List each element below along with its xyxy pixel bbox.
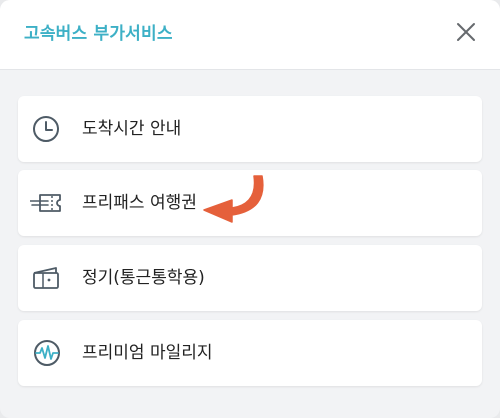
modal-header: 고속버스 부가서비스 (0, 0, 500, 70)
clock-icon (30, 111, 66, 147)
menu-item-premium-mileage[interactable]: 프리미엄 마일리지 (18, 320, 482, 386)
mileage-icon (30, 335, 66, 371)
close-button[interactable] (448, 14, 484, 50)
menu-item-label: 정기(통근통학용) (82, 268, 205, 288)
modal-title: 고속버스 부가서비스 (24, 24, 173, 44)
menu-item-label: 도착시간 안내 (82, 119, 182, 139)
menu-item-free-pass[interactable]: 프리패스 여행권 (18, 170, 482, 236)
menu-item-label: 프리패스 여행권 (82, 193, 197, 213)
menu-item-commuter-pass[interactable]: 정기(통근통학용) (18, 245, 482, 311)
ticket-icon (30, 185, 66, 221)
menu-item-label: 프리미엄 마일리지 (82, 343, 213, 363)
close-icon (457, 23, 475, 41)
service-modal: 고속버스 부가서비스 도착시간 안내 프리패스 여행권 정기(통근통학용) 프리… (0, 0, 500, 418)
menu-item-arrival-time[interactable]: 도착시간 안내 (18, 96, 482, 162)
wallet-icon (30, 260, 66, 296)
